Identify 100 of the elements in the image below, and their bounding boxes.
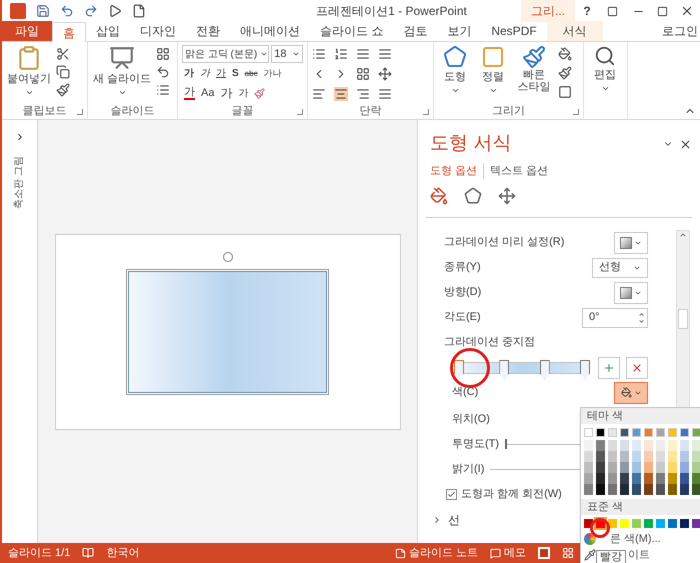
color-swatch[interactable] bbox=[608, 451, 617, 462]
color-swatch[interactable] bbox=[668, 473, 677, 484]
fill-icon[interactable] bbox=[430, 187, 448, 205]
color-swatch[interactable] bbox=[632, 428, 641, 437]
color-swatch[interactable] bbox=[680, 519, 689, 528]
color-swatch[interactable] bbox=[584, 473, 593, 484]
color-swatch[interactable] bbox=[596, 451, 605, 462]
ribbon-tab[interactable]: 서식 bbox=[546, 21, 603, 41]
undo-icon[interactable] bbox=[60, 4, 74, 18]
spelling-icon[interactable] bbox=[82, 547, 94, 559]
color-swatch[interactable] bbox=[596, 428, 605, 437]
change-case-button[interactable]: Aa bbox=[201, 84, 214, 102]
arrange-button[interactable]: 정렬 bbox=[476, 45, 510, 94]
color-swatch[interactable] bbox=[680, 473, 689, 484]
grow-font-button[interactable]: 가 bbox=[220, 84, 232, 102]
pane-tab[interactable]: 도형 옵션 bbox=[430, 162, 478, 179]
color-swatch[interactable] bbox=[656, 428, 665, 437]
scroll-up-icon[interactable] bbox=[679, 231, 687, 239]
color-swatch[interactable] bbox=[596, 473, 605, 484]
color-swatch[interactable] bbox=[668, 484, 677, 495]
ribbon-tab[interactable]: 디자인 bbox=[130, 21, 186, 41]
color-swatch[interactable] bbox=[608, 519, 617, 528]
shapes-button[interactable]: 도형 bbox=[438, 45, 472, 94]
columns-icon[interactable] bbox=[356, 67, 370, 81]
format-button[interactable]: 가 bbox=[184, 66, 194, 81]
slide-sorter-icon[interactable] bbox=[562, 547, 574, 559]
color-swatch[interactable] bbox=[680, 440, 689, 451]
angle-spinner[interactable]: 0° bbox=[582, 308, 648, 328]
comments-button[interactable]: 메모 bbox=[490, 544, 526, 562]
pane-tab[interactable]: 텍스트 옵션 bbox=[483, 162, 548, 179]
color-swatch[interactable] bbox=[656, 484, 665, 495]
ribbon-tab[interactable]: 보기 bbox=[437, 21, 482, 41]
format-button[interactable]: abc bbox=[244, 68, 258, 80]
format-button[interactable]: 가 bbox=[216, 66, 226, 81]
ribbon-tab[interactable]: 삽입 bbox=[86, 21, 130, 41]
color-swatch[interactable] bbox=[656, 451, 665, 462]
section-icon[interactable] bbox=[156, 83, 170, 97]
format-button[interactable]: 가나 bbox=[264, 66, 282, 80]
color-swatch[interactable] bbox=[692, 440, 700, 451]
color-swatch[interactable] bbox=[692, 484, 700, 495]
color-swatch[interactable] bbox=[680, 428, 689, 437]
ribbon-tab[interactable]: 슬라이드 쇼 bbox=[310, 21, 394, 41]
scroll-thumb[interactable] bbox=[678, 309, 688, 329]
color-swatch[interactable] bbox=[632, 440, 641, 451]
color-swatch[interactable] bbox=[680, 484, 689, 495]
shape-fill-icon[interactable] bbox=[558, 47, 572, 61]
color-swatch[interactable] bbox=[596, 440, 605, 451]
color-swatch[interactable] bbox=[668, 440, 677, 451]
slideshow-icon[interactable] bbox=[108, 4, 122, 18]
color-swatch[interactable] bbox=[632, 519, 641, 528]
effects-icon[interactable] bbox=[464, 187, 482, 205]
align-right-icon[interactable] bbox=[356, 87, 370, 101]
reset-icon[interactable] bbox=[156, 65, 170, 79]
font-name-dropdown[interactable]: 맑은 고딕 (본문) bbox=[182, 45, 270, 63]
redo-icon[interactable] bbox=[84, 4, 98, 18]
color-swatch[interactable] bbox=[608, 484, 617, 495]
bullets-icon[interactable] bbox=[312, 47, 326, 61]
color-swatch[interactable] bbox=[584, 462, 593, 473]
color-swatch[interactable] bbox=[680, 462, 689, 473]
ribbon-tab[interactable]: 검토 bbox=[393, 21, 438, 41]
color-swatch[interactable] bbox=[584, 484, 593, 495]
dialog-launcher-icon[interactable] bbox=[423, 109, 429, 115]
color-swatch[interactable] bbox=[668, 519, 677, 528]
ribbon-tab[interactable]: NesPDF bbox=[481, 21, 547, 41]
ribbon-tab[interactable]: 애니메이션 bbox=[230, 21, 310, 41]
color-swatch[interactable] bbox=[656, 519, 665, 528]
gradient-stop-handle[interactable] bbox=[580, 360, 590, 380]
format-painter-icon[interactable] bbox=[56, 83, 70, 97]
swatch-dropdown[interactable] bbox=[614, 282, 648, 304]
color-swatch[interactable] bbox=[632, 462, 641, 473]
save-icon[interactable] bbox=[36, 4, 50, 18]
color-swatch[interactable] bbox=[584, 428, 593, 437]
gradient-stop-handle[interactable] bbox=[540, 360, 550, 380]
remove-stop-button[interactable] bbox=[626, 356, 648, 378]
color-swatch[interactable] bbox=[608, 473, 617, 484]
format-button[interactable]: S bbox=[232, 66, 239, 81]
color-swatch[interactable] bbox=[692, 473, 700, 484]
clear-format-icon[interactable] bbox=[254, 88, 266, 98]
dialog-launcher-icon[interactable] bbox=[77, 109, 83, 115]
close-icon[interactable] bbox=[679, 138, 692, 151]
shape-effects-icon[interactable] bbox=[558, 85, 572, 99]
color-swatch[interactable] bbox=[584, 451, 593, 462]
ribbon-tab[interactable]: 파일 bbox=[2, 21, 52, 41]
color-picker-button[interactable] bbox=[614, 382, 648, 404]
new-slide-button[interactable]: 새 슬라이드 bbox=[92, 45, 152, 96]
justify-icon[interactable] bbox=[378, 87, 392, 101]
color-swatch[interactable] bbox=[620, 484, 629, 495]
color-swatch[interactable] bbox=[692, 519, 700, 528]
color-swatch[interactable] bbox=[620, 462, 629, 473]
more-colors-item[interactable]: 른 색(M)... bbox=[600, 531, 661, 548]
color-swatch[interactable] bbox=[644, 428, 653, 437]
color-swatch[interactable] bbox=[632, 451, 641, 462]
color-swatch[interactable] bbox=[596, 462, 605, 473]
paste-button[interactable]: 붙여넣기 bbox=[6, 45, 52, 96]
font-color-button[interactable]: 가 bbox=[184, 86, 195, 100]
size-icon[interactable] bbox=[498, 187, 516, 205]
cut-icon[interactable] bbox=[56, 47, 70, 61]
color-swatch[interactable] bbox=[644, 440, 653, 451]
checkbox[interactable] bbox=[446, 488, 457, 500]
color-swatch[interactable] bbox=[644, 451, 653, 462]
